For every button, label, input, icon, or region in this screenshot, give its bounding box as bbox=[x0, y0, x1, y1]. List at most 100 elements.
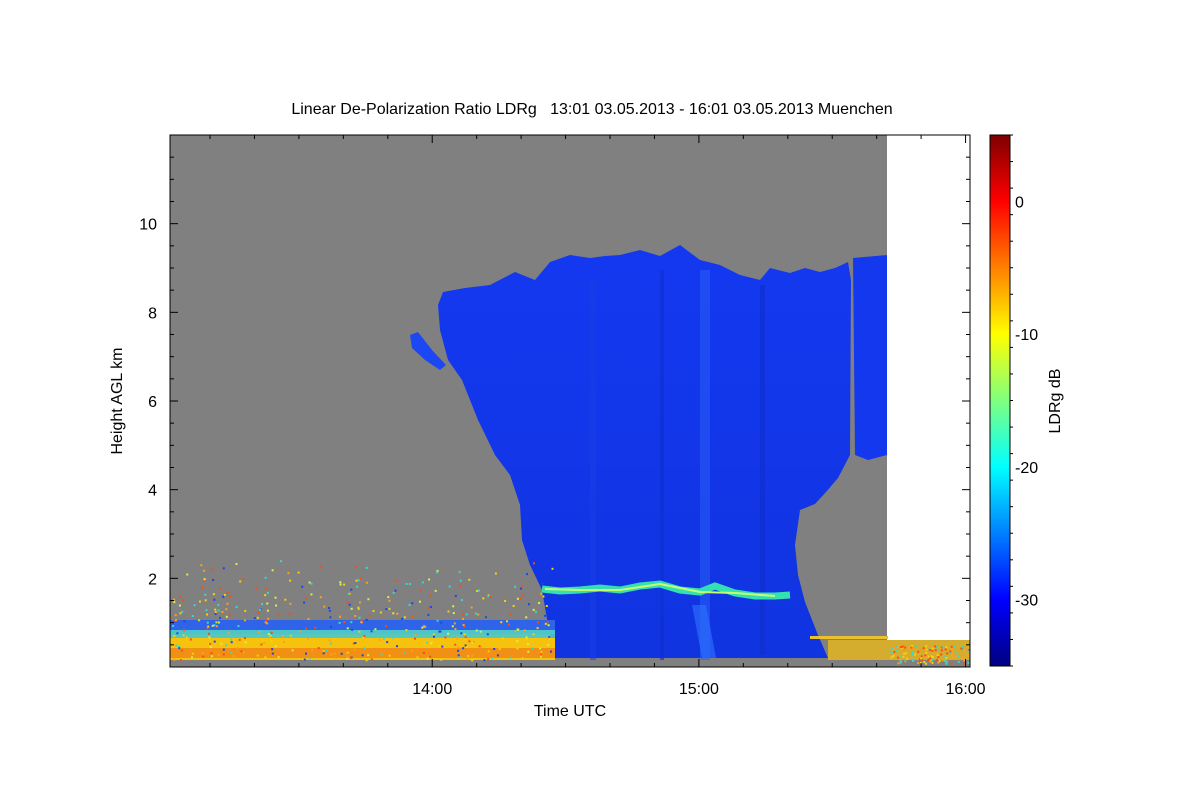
speckle bbox=[310, 593, 313, 596]
speckle bbox=[363, 634, 366, 637]
speckle bbox=[436, 571, 438, 574]
speckle bbox=[910, 646, 913, 649]
speckle bbox=[550, 650, 552, 653]
speckle bbox=[430, 642, 433, 645]
speckle bbox=[228, 595, 231, 598]
speckle bbox=[454, 643, 457, 646]
speckle bbox=[351, 628, 354, 631]
speckle bbox=[941, 659, 944, 662]
speckle bbox=[382, 637, 385, 640]
speckle bbox=[405, 629, 408, 632]
speckle bbox=[200, 564, 203, 567]
speckle bbox=[927, 646, 930, 649]
speckle bbox=[219, 587, 221, 590]
speckle bbox=[451, 625, 454, 628]
speckle bbox=[348, 603, 351, 606]
speckle bbox=[388, 654, 391, 657]
speckle bbox=[464, 636, 467, 639]
speckle bbox=[346, 627, 349, 630]
speckle bbox=[361, 654, 364, 657]
speckle bbox=[232, 655, 235, 658]
speckle bbox=[967, 645, 970, 648]
speckle bbox=[334, 657, 337, 660]
speckle bbox=[403, 652, 406, 655]
speckle bbox=[258, 631, 261, 633]
speckle bbox=[425, 641, 428, 644]
speckle bbox=[433, 635, 435, 638]
speckle bbox=[392, 612, 395, 615]
speckle bbox=[429, 594, 432, 597]
speckle bbox=[945, 657, 948, 659]
speckle bbox=[222, 653, 225, 656]
speckle bbox=[288, 612, 291, 615]
speckle bbox=[514, 630, 517, 633]
speckle bbox=[256, 616, 259, 619]
speckle bbox=[217, 603, 220, 606]
speckle bbox=[223, 593, 226, 596]
speckle bbox=[479, 630, 482, 633]
speckle bbox=[175, 644, 178, 647]
speckle bbox=[477, 613, 480, 616]
speckle bbox=[388, 599, 391, 602]
speckle bbox=[423, 642, 426, 645]
speckle bbox=[414, 634, 417, 637]
speckle bbox=[459, 584, 462, 587]
speckle bbox=[946, 652, 949, 655]
speckle bbox=[217, 609, 220, 612]
speckle bbox=[225, 615, 228, 618]
speckle bbox=[305, 597, 308, 600]
speckle bbox=[348, 592, 351, 595]
speckle bbox=[542, 595, 545, 598]
speckle bbox=[951, 653, 954, 656]
speckle bbox=[474, 612, 477, 615]
speckle bbox=[228, 614, 231, 617]
speckle bbox=[189, 638, 192, 641]
speckle bbox=[498, 647, 501, 650]
speckle bbox=[428, 578, 431, 581]
speckle bbox=[358, 616, 361, 619]
speckle bbox=[227, 632, 230, 635]
speckle bbox=[274, 645, 277, 648]
speckle bbox=[354, 642, 357, 644]
speckle bbox=[912, 646, 915, 649]
speckle bbox=[257, 611, 260, 614]
speckle bbox=[378, 639, 381, 642]
speckle bbox=[951, 651, 954, 654]
speckle bbox=[950, 645, 953, 648]
speckle bbox=[222, 567, 225, 570]
speckle bbox=[532, 608, 535, 611]
speckle bbox=[936, 651, 939, 654]
speckle bbox=[287, 572, 290, 575]
speckle bbox=[551, 567, 554, 570]
speckle bbox=[427, 606, 430, 609]
colorbar-label: LDRg dB bbox=[1047, 369, 1064, 434]
speckle bbox=[535, 610, 537, 613]
y-tick-label: 6 bbox=[148, 394, 157, 411]
speckle bbox=[317, 647, 320, 650]
speckle bbox=[532, 633, 535, 636]
speckle bbox=[963, 659, 966, 662]
speckle bbox=[526, 573, 528, 576]
speckle bbox=[176, 632, 179, 635]
speckle bbox=[339, 581, 342, 584]
speckle bbox=[244, 637, 246, 640]
speckle bbox=[212, 579, 215, 582]
speckle bbox=[365, 659, 368, 662]
speckle bbox=[892, 655, 895, 657]
speckle bbox=[308, 657, 311, 660]
speckle bbox=[303, 658, 306, 661]
speckle bbox=[392, 636, 395, 639]
speckle bbox=[929, 660, 932, 663]
speckle bbox=[242, 651, 245, 654]
speckle bbox=[330, 625, 332, 628]
speckle bbox=[303, 601, 306, 604]
speckle bbox=[945, 660, 948, 663]
speckle bbox=[242, 578, 245, 580]
speckle bbox=[465, 613, 468, 616]
speckle bbox=[319, 596, 322, 599]
speckle bbox=[350, 588, 353, 591]
speckle bbox=[462, 647, 465, 650]
speckle bbox=[954, 652, 957, 655]
speckle bbox=[265, 619, 268, 622]
speckle bbox=[191, 656, 193, 659]
